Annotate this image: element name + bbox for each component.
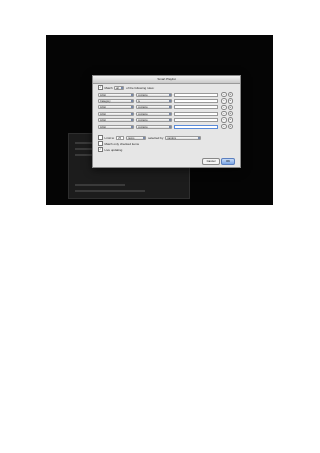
add-rule-icon[interactable]: + [227,91,233,98]
match-row: ✓ Match all of the following rules: [98,85,154,90]
limit-row: Limit to 25 items selected by random [98,135,203,140]
rule-operator-popup[interactable]: is [136,98,172,103]
rule-row: Artist contains − + [98,91,233,98]
limit-checkbox[interactable] [98,135,103,140]
add-rule-icon[interactable]: + [227,104,233,111]
rule-field-popup[interactable]: Artist [98,124,134,129]
selected-by-label: selected by [148,135,164,140]
rule-operator-popup[interactable]: contains [136,92,172,97]
match-checkbox[interactable]: ✓ [98,85,103,90]
add-rule-icon[interactable]: + [227,110,233,117]
dialog-title: Smart Playlist [93,76,240,84]
rule-value-input[interactable] [174,105,218,110]
limit-label: Limit to [104,135,115,140]
match-checked-row: Match only checked items [98,141,139,146]
add-rule-icon[interactable]: + [227,123,233,130]
rule-field-popup[interactable]: Artist [98,92,134,97]
cancel-button[interactable]: Cancel [202,158,220,165]
ok-button[interactable]: OK [221,158,235,165]
remove-rule-icon[interactable]: − [221,117,227,123]
rule-value-input[interactable] [174,92,218,97]
live-updating-checkbox[interactable]: ✓ [98,147,103,152]
rule-row: Artist contains − + [98,123,233,130]
add-rule-icon[interactable]: + [227,98,233,104]
rule-field-popup[interactable]: Artist [98,111,134,116]
rule-operator-popup[interactable]: contains [136,111,172,116]
match-label: Match [104,85,113,90]
match-checked-checkbox[interactable] [98,141,103,146]
rule-operator-popup[interactable]: contains [136,124,172,129]
rule-field-popup[interactable]: Artist [98,118,134,123]
live-updating-label: Live updating [104,147,123,152]
rule-row: Artist contains − + [98,117,233,123]
remove-rule-icon[interactable]: − [221,110,227,117]
remove-rule-icon[interactable]: − [221,104,227,111]
match-popup[interactable]: all [114,85,125,90]
rule-field-popup[interactable]: Category [98,98,134,103]
live-updating-row: ✓ Live updating [98,147,122,152]
rule-value-input[interactable] [174,124,218,129]
rule-row: Category is − + [98,98,233,104]
match-suffix: of the following rules: [126,85,155,90]
rule-operator-popup[interactable]: contains [136,105,172,110]
rule-value-input[interactable] [174,118,218,123]
rule-field-popup[interactable]: Artist [98,105,134,110]
rule-value-input[interactable] [174,98,218,103]
rule-row: Artist contains − + [98,110,233,117]
selected-by-popup[interactable]: random [165,135,202,140]
remove-rule-icon[interactable]: − [221,98,227,104]
limit-input[interactable]: 25 [116,135,125,140]
remove-rule-icon[interactable]: − [221,91,227,98]
screenshot-frame: Smart Playlist ✓ Match all of the follow… [46,35,273,205]
rule-operator-popup[interactable]: contains [136,118,172,123]
rule-value-input[interactable] [174,111,218,116]
remove-rule-icon[interactable]: − [221,123,227,130]
match-checked-label: Match only checked items [104,141,140,146]
limit-unit-popup[interactable]: items [126,135,147,140]
add-rule-icon[interactable]: + [227,117,233,123]
smart-playlist-dialog: Smart Playlist ✓ Match all of the follow… [92,75,241,168]
rule-row: Artist contains − + [98,104,233,111]
